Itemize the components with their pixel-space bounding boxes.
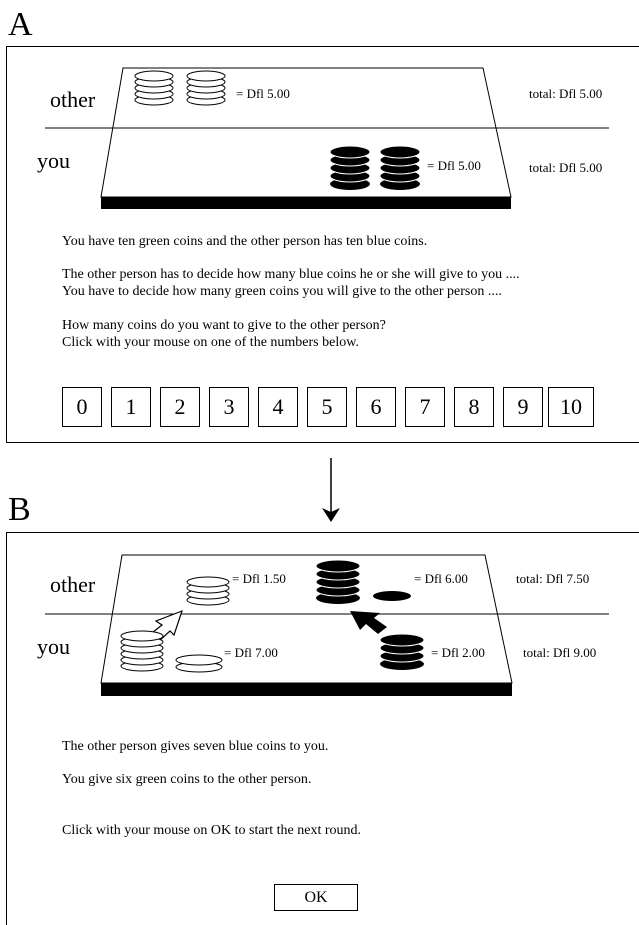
panel-b-instruction-3: Click with your mouse on OK to start the…	[62, 823, 362, 838]
green-coin-stack-icon	[120, 630, 164, 672]
panel-b-other-total: total: Dfl 7.50	[516, 571, 590, 586]
green-coin-stack-icon	[186, 576, 230, 606]
panel-b-you-black-amount: = Dfl 2.00	[431, 645, 485, 660]
panel-b-other-black-amount: = Dfl 6.00	[414, 571, 468, 586]
green-coin-stack-icon	[175, 654, 223, 673]
blue-coin-stack-icon	[315, 559, 361, 604]
panel-b-other-green-amount: = Dfl 1.50	[232, 571, 286, 586]
blue-coin-stack-icon	[379, 633, 425, 670]
ok-button[interactable]: OK	[274, 884, 358, 911]
blue-coin-icon	[373, 591, 411, 601]
panel-b-instruction-1: The other person gives seven blue coins …	[62, 739, 329, 754]
panel-b-you-green-amount: = Dfl 7.00	[224, 645, 278, 660]
panel-b-you-total: total: Dfl 9.00	[523, 645, 597, 660]
panel-b-you-label: you	[37, 634, 70, 659]
panel-b-instruction-2: You give six green coins to the other pe…	[62, 772, 312, 787]
panel-b-other-label: other	[50, 572, 96, 597]
